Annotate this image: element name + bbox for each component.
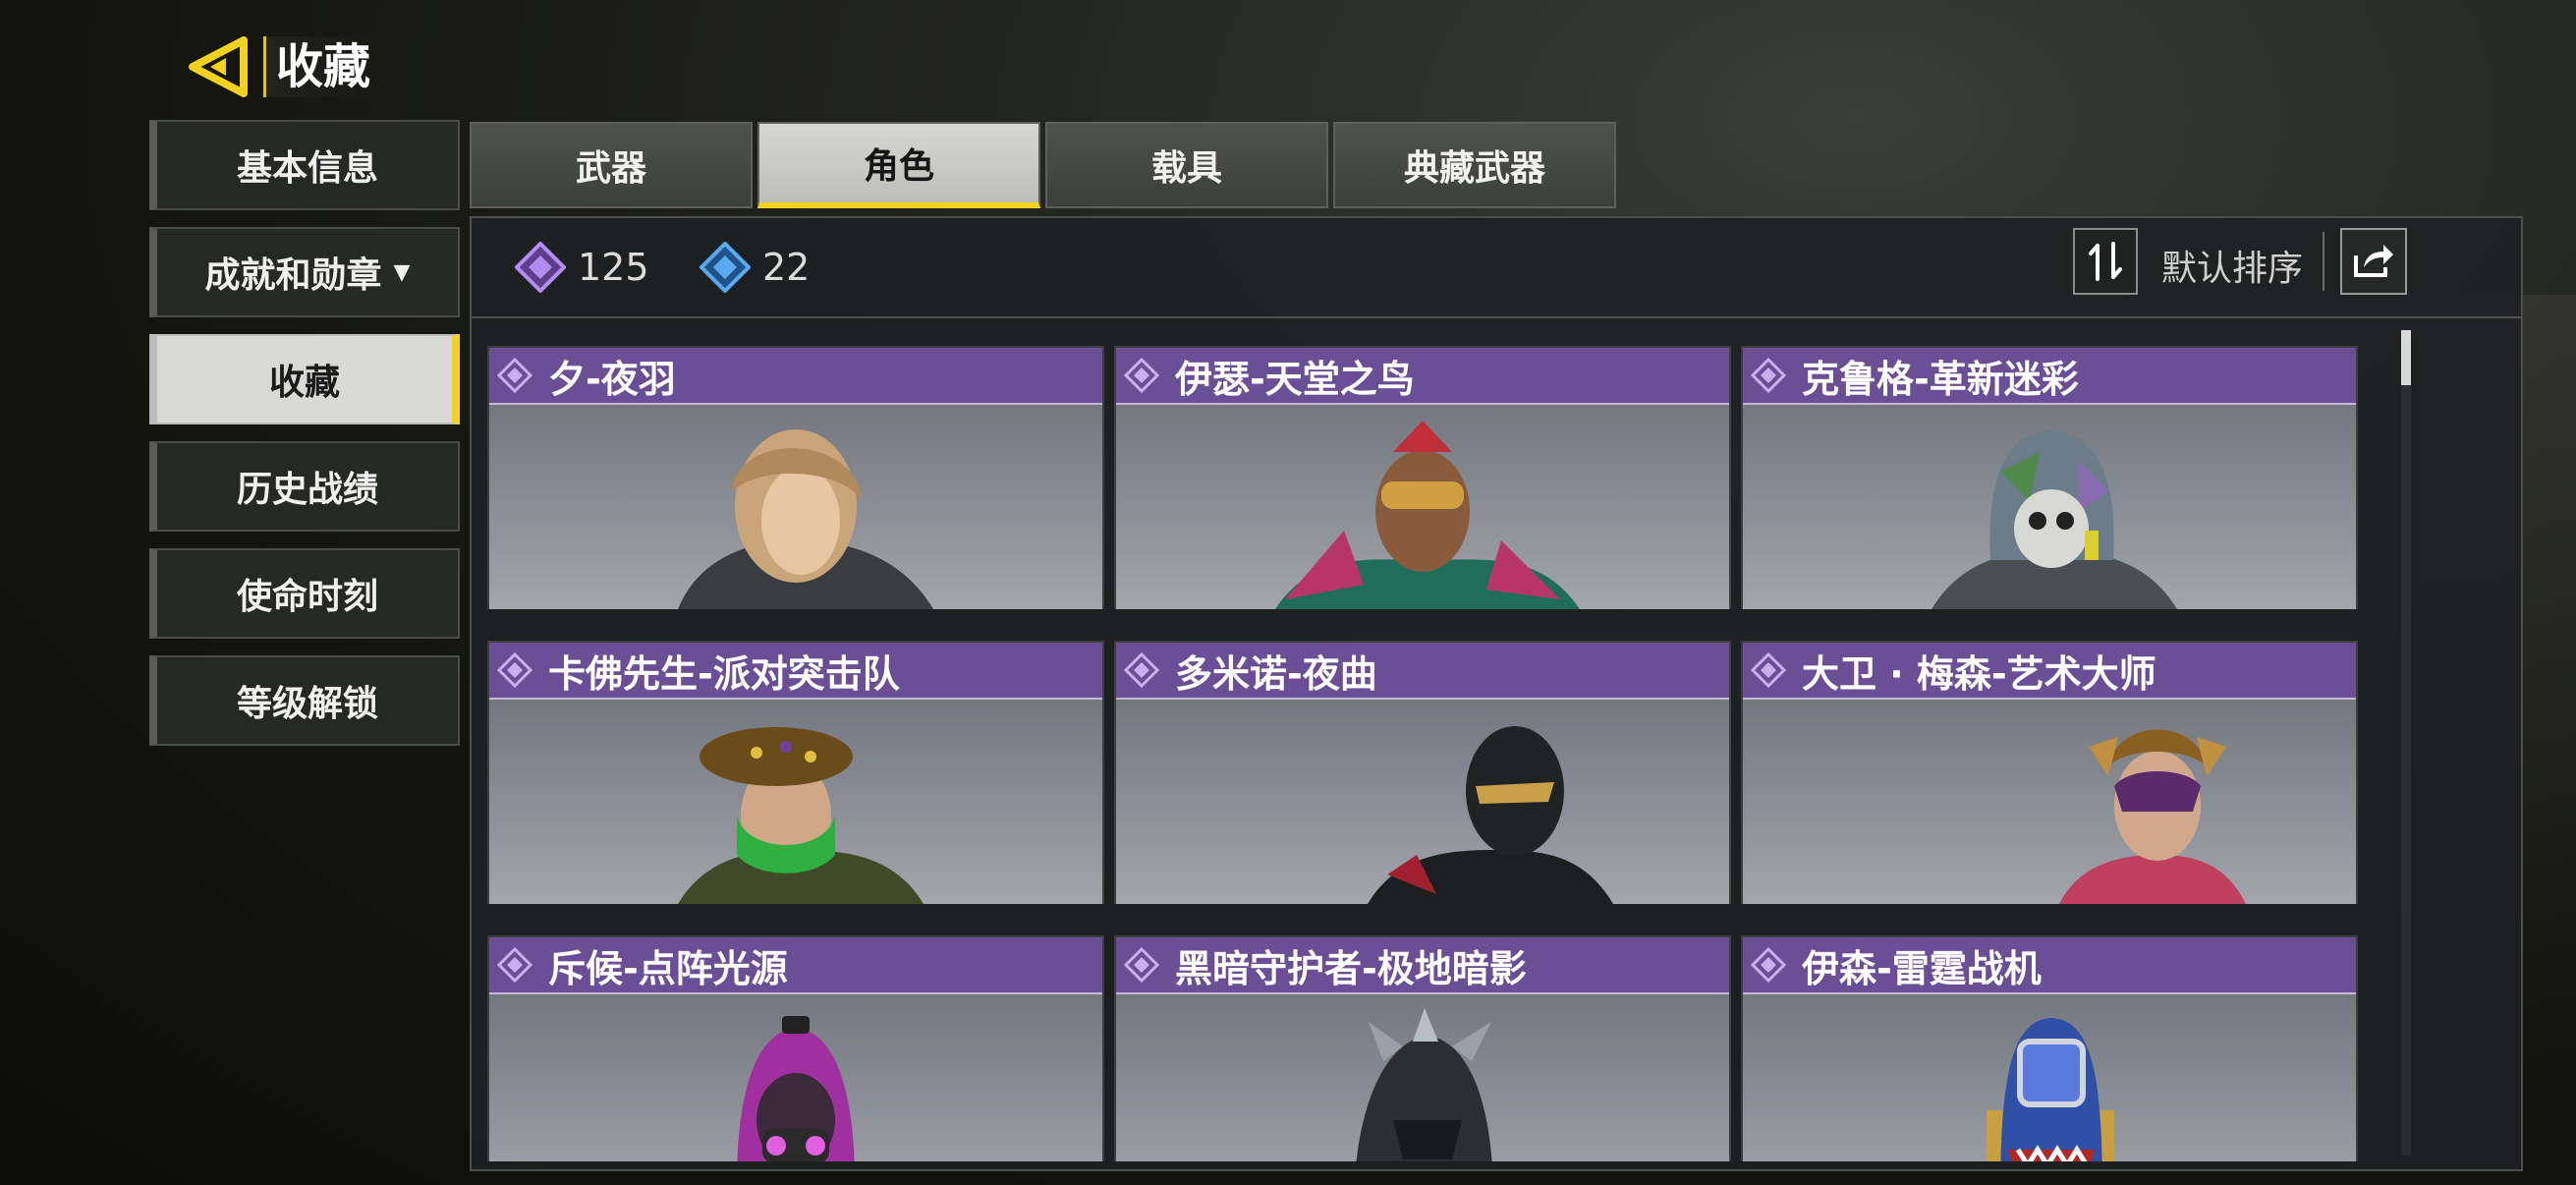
character-portrait-area [489, 405, 1102, 609]
character-card[interactable]: 多米诺-夜曲 [1114, 641, 1731, 904]
character-grid: 夕-夜羽 伊瑟-天堂之鸟 克鲁格-革新迷彩 卡佛先生-派对突击队 多米诺-夜曲 … [487, 346, 2379, 1161]
blue-diamond-icon [700, 242, 751, 293]
rarity-diamond-icon [1122, 650, 1161, 690]
sidebar-item-level-unlocks[interactable]: 等级解锁 [149, 655, 460, 746]
card-header: 卡佛先生-派对突击队 [489, 643, 1102, 700]
toolbar-divider [2323, 232, 2324, 291]
character-name: 伊瑟-天堂之鸟 [1175, 357, 1415, 401]
character-card[interactable]: 斥候-点阵光源 [487, 935, 1104, 1161]
character-portrait-area [1116, 700, 1729, 904]
character-portrait-area [489, 700, 1102, 904]
rarity-diamond-icon [495, 650, 534, 690]
sidebar-item-achievements[interactable]: 成就和勋章 ▼ [149, 227, 460, 317]
sidebar-item-label: 历史战绩 [236, 470, 378, 510]
rarity-diamond-icon [495, 945, 534, 985]
beret-green-mask-portrait [678, 727, 924, 904]
sort-order-toggle[interactable] [2073, 228, 2138, 295]
character-card[interactable]: 黑暗守护者-极地暗影 [1114, 935, 1731, 1161]
character-name: 斥候-点阵光源 [548, 946, 788, 990]
character-name: 伊森-雷霆战机 [1802, 946, 2042, 990]
dropdown-caret-icon: ▼ [393, 259, 411, 285]
blonde-woman-portrait [678, 429, 933, 609]
scrollbar-thumb[interactable] [2401, 330, 2411, 385]
jester-mask-portrait [2059, 729, 2246, 904]
sidebar-item-label: 成就和勋章 [204, 255, 382, 296]
character-portrait-area [1116, 994, 1729, 1161]
character-portrait-area [1116, 405, 1729, 609]
rarity-diamond-icon [1122, 945, 1161, 985]
collection-panel: 125 22 默认排序 夕-夜羽 伊瑟-天堂之鸟 克鲁格-革新迷彩 卡佛先生-派… [470, 216, 2523, 1171]
sidebar-item-collection[interactable]: 收藏 [149, 334, 460, 424]
sidebar-item-label: 等级解锁 [236, 684, 378, 724]
spiked-helmet-portrait [1356, 1008, 1492, 1161]
purple-diamond-icon [515, 242, 566, 293]
sidebar-item-label: 基本信息 [236, 148, 378, 189]
character-portrait-area [489, 994, 1102, 1161]
character-name: 黑暗守护者-极地暗影 [1175, 946, 1527, 990]
character-portrait-area [1743, 405, 2356, 609]
rarity-diamond-icon [1749, 356, 1788, 395]
sidebar: 基本信息 成就和勋章 ▼ 收藏 历史战绩 使命时刻 等级解锁 [149, 120, 460, 762]
rarity-diamond-icon [495, 356, 534, 395]
tab-legendary-weapons[interactable]: 典藏武器 [1333, 122, 1616, 208]
character-name: 克鲁格-革新迷彩 [1802, 357, 2079, 401]
character-name: 卡佛先生-派对突击队 [548, 651, 900, 696]
rarity-diamond-icon [1122, 356, 1161, 395]
character-name: 夕-夜羽 [548, 357, 676, 401]
purple-currency-value: 125 [578, 246, 649, 289]
card-header: 伊森-雷霆战机 [1743, 937, 2356, 994]
character-card[interactable]: 夕-夜羽 [487, 346, 1104, 609]
sidebar-item-mission-moments[interactable]: 使命时刻 [149, 548, 460, 639]
character-card[interactable]: 卡佛先生-派对突击队 [487, 641, 1104, 904]
character-portrait-area [1743, 994, 2356, 1161]
page-title: 收藏 [263, 36, 381, 97]
card-header: 黑暗守护者-极地暗影 [1116, 937, 1729, 994]
category-tabs: 武器 角色 载具 典藏武器 [470, 122, 1621, 208]
character-card[interactable]: 大卫 · 梅森-艺术大师 [1741, 641, 2358, 904]
purple-currency: 125 [515, 242, 649, 293]
shark-helmet-portrait [1987, 1018, 2114, 1161]
blue-currency-value: 22 [762, 246, 811, 289]
card-header: 斥候-点阵光源 [489, 937, 1102, 994]
black-balaclava-portrait [1368, 726, 1613, 904]
share-icon [2354, 245, 2393, 277]
character-name: 大卫 · 梅森-艺术大师 [1802, 651, 2156, 696]
sidebar-item-basic-info[interactable]: 基本信息 [149, 120, 460, 210]
character-portrait-area [1743, 700, 2356, 904]
card-header: 夕-夜羽 [489, 348, 1102, 405]
neon-hood-portrait [737, 1016, 855, 1161]
blue-currency: 22 [700, 242, 810, 293]
character-card[interactable]: 伊森-雷霆战机 [1741, 935, 2358, 1161]
tab-characters[interactable]: 角色 [757, 122, 1040, 208]
share-button[interactable] [2340, 228, 2407, 295]
card-header: 克鲁格-革新迷彩 [1743, 348, 2356, 405]
character-name: 多米诺-夜曲 [1175, 651, 1377, 696]
grid-scrollbar[interactable] [2401, 330, 2411, 1156]
rarity-diamond-icon [1749, 650, 1788, 690]
camo-hood-portrait [1932, 430, 2177, 609]
card-header: 伊瑟-天堂之鸟 [1116, 348, 1729, 405]
sidebar-item-match-history[interactable]: 历史战绩 [149, 441, 460, 532]
tab-weapons[interactable]: 武器 [470, 122, 753, 208]
back-button[interactable] [183, 32, 252, 101]
sidebar-item-label: 收藏 [268, 363, 340, 403]
rarity-diamond-icon [1749, 945, 1788, 985]
card-header: 大卫 · 梅森-艺术大师 [1743, 643, 2356, 700]
sort-label[interactable]: 默认排序 [2161, 240, 2303, 291]
character-card[interactable]: 伊瑟-天堂之鸟 [1114, 346, 1731, 609]
tab-vehicles[interactable]: 载具 [1045, 122, 1328, 208]
card-header: 多米诺-夜曲 [1116, 643, 1729, 700]
panel-toolbar: 125 22 默认排序 [472, 218, 2521, 318]
character-card[interactable]: 克鲁格-革新迷彩 [1741, 346, 2358, 609]
sort-arrows-icon [2089, 242, 2122, 281]
back-arrow-icon [189, 36, 248, 97]
sidebar-item-label: 使命时刻 [236, 577, 378, 617]
feathered-mask-portrait [1275, 421, 1580, 609]
page-header: 收藏 [183, 28, 381, 106]
